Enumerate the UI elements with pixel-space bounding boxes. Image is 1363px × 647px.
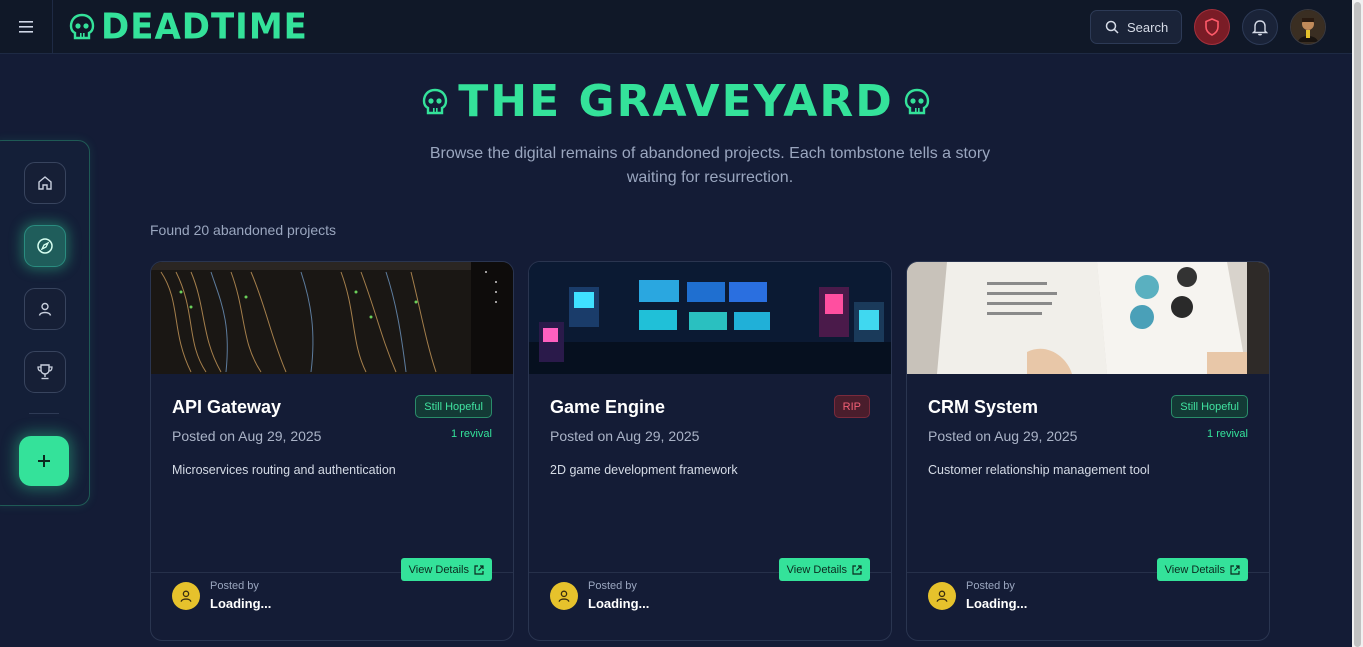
plus-icon [38,455,50,467]
bell-icon [1252,19,1268,35]
logo[interactable]: DEADTIME [69,5,308,48]
user-icon [180,590,192,602]
skull-icon [904,88,929,114]
shield-icon [1205,18,1219,36]
revival-count: 1 revival [451,428,492,440]
user-icon [936,590,948,602]
view-details-label: View Details [786,563,847,576]
view-details-button[interactable]: View Details [400,558,492,581]
page-title-text: THE GRAVEYARD [458,76,894,127]
admin-shield-button[interactable] [1194,9,1230,45]
skull-icon [423,88,448,114]
project-image [151,262,513,374]
results-count: Found 20 abandoned projects [150,222,337,238]
project-card[interactable]: CRM System Still Hopeful Posted on Aug 2… [906,261,1270,641]
top-bar: DEADTIME Search [0,0,1352,54]
poster-avatar [928,582,956,610]
trophy-icon [37,364,53,380]
user-icon [38,302,52,316]
user-icon [558,590,570,602]
poster-name: Loading... [210,596,272,611]
view-details-label: View Details [408,563,469,576]
page-subtitle: Browse the digital remains of abandoned … [429,145,991,186]
project-image [907,262,1269,374]
dock-item-profile[interactable] [24,288,66,330]
dock-item-home[interactable] [24,162,66,204]
status-badge: RIP [833,395,870,418]
page-title: THE GRAVEYARD [0,76,1352,127]
search-button[interactable]: Search [1090,10,1182,44]
posted-by-label: Posted by [210,580,259,592]
project-description: 2D game development framework [550,463,738,477]
home-icon [38,176,52,190]
compass-icon [37,238,53,254]
search-icon [1105,20,1119,34]
poster-name: Loading... [588,596,650,611]
project-date: Posted on Aug 29, 2025 [550,428,700,444]
project-description: Microservices routing and authentication [172,463,396,477]
search-label: Search [1127,19,1169,35]
view-details-label: View Details [1164,563,1225,576]
project-title: CRM System [928,397,1039,417]
project-card[interactable]: API Gateway Still Hopeful Posted on Aug … [150,261,514,641]
poster-name: Loading... [966,596,1028,611]
app-name: DEADTIME [101,5,308,48]
side-dock [0,140,90,506]
external-link-icon [852,564,862,575]
skull-icon [69,13,95,39]
scrollbar-thumb[interactable] [1354,2,1361,647]
project-date: Posted on Aug 29, 2025 [928,428,1078,444]
poster-avatar [172,582,200,610]
poster-avatar [550,582,578,610]
revival-count: 1 revival [1207,428,1248,440]
project-date: Posted on Aug 29, 2025 [172,428,322,444]
menu-button[interactable] [0,0,53,54]
status-badge: Still Hopeful [415,395,492,418]
avatar-icon [1291,10,1325,44]
project-title: API Gateway [172,397,282,417]
view-details-button[interactable]: View Details [778,558,870,581]
posted-by-label: Posted by [588,580,637,592]
page-scrollbar[interactable] [1352,0,1363,647]
status-badge: Still Hopeful [1171,395,1248,418]
notifications-button[interactable] [1242,9,1278,45]
external-link-icon [474,564,484,575]
add-project-button[interactable] [19,436,69,486]
project-title: Game Engine [550,397,666,417]
project-card[interactable]: Game Engine RIP Posted on Aug 29, 2025 2… [528,261,892,641]
project-description: Customer relationship management tool [928,463,1150,477]
external-link-icon [1230,564,1240,575]
dock-item-leaderboard[interactable] [24,351,66,393]
user-avatar[interactable] [1290,9,1326,45]
posted-by-label: Posted by [966,580,1015,592]
project-image [529,262,891,374]
dock-separator [29,413,59,414]
hamburger-icon [19,20,33,33]
view-details-button[interactable]: View Details [1156,558,1248,581]
dock-item-explore[interactable] [24,225,66,267]
